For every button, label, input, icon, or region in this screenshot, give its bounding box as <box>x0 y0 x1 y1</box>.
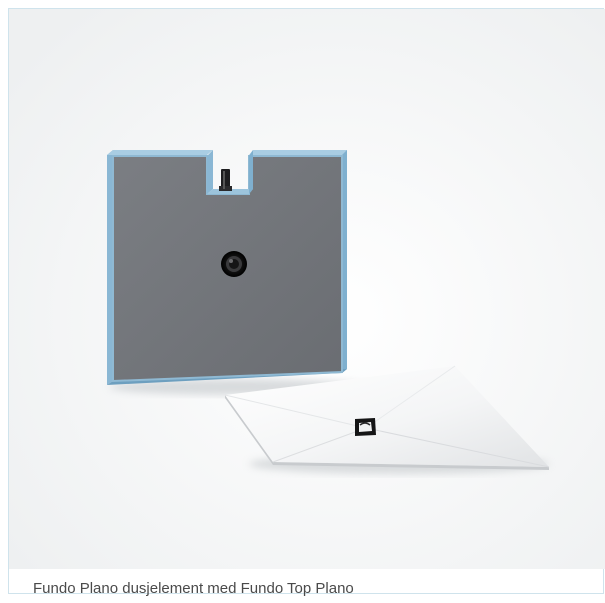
figure-frame: Fundo Plano dusjelement med Fundo Top Pl… <box>8 8 605 597</box>
figure-caption: Fundo Plano dusjelement med Fundo Top Pl… <box>33 580 354 597</box>
shower-board <box>107 150 347 385</box>
product-image <box>9 9 605 569</box>
